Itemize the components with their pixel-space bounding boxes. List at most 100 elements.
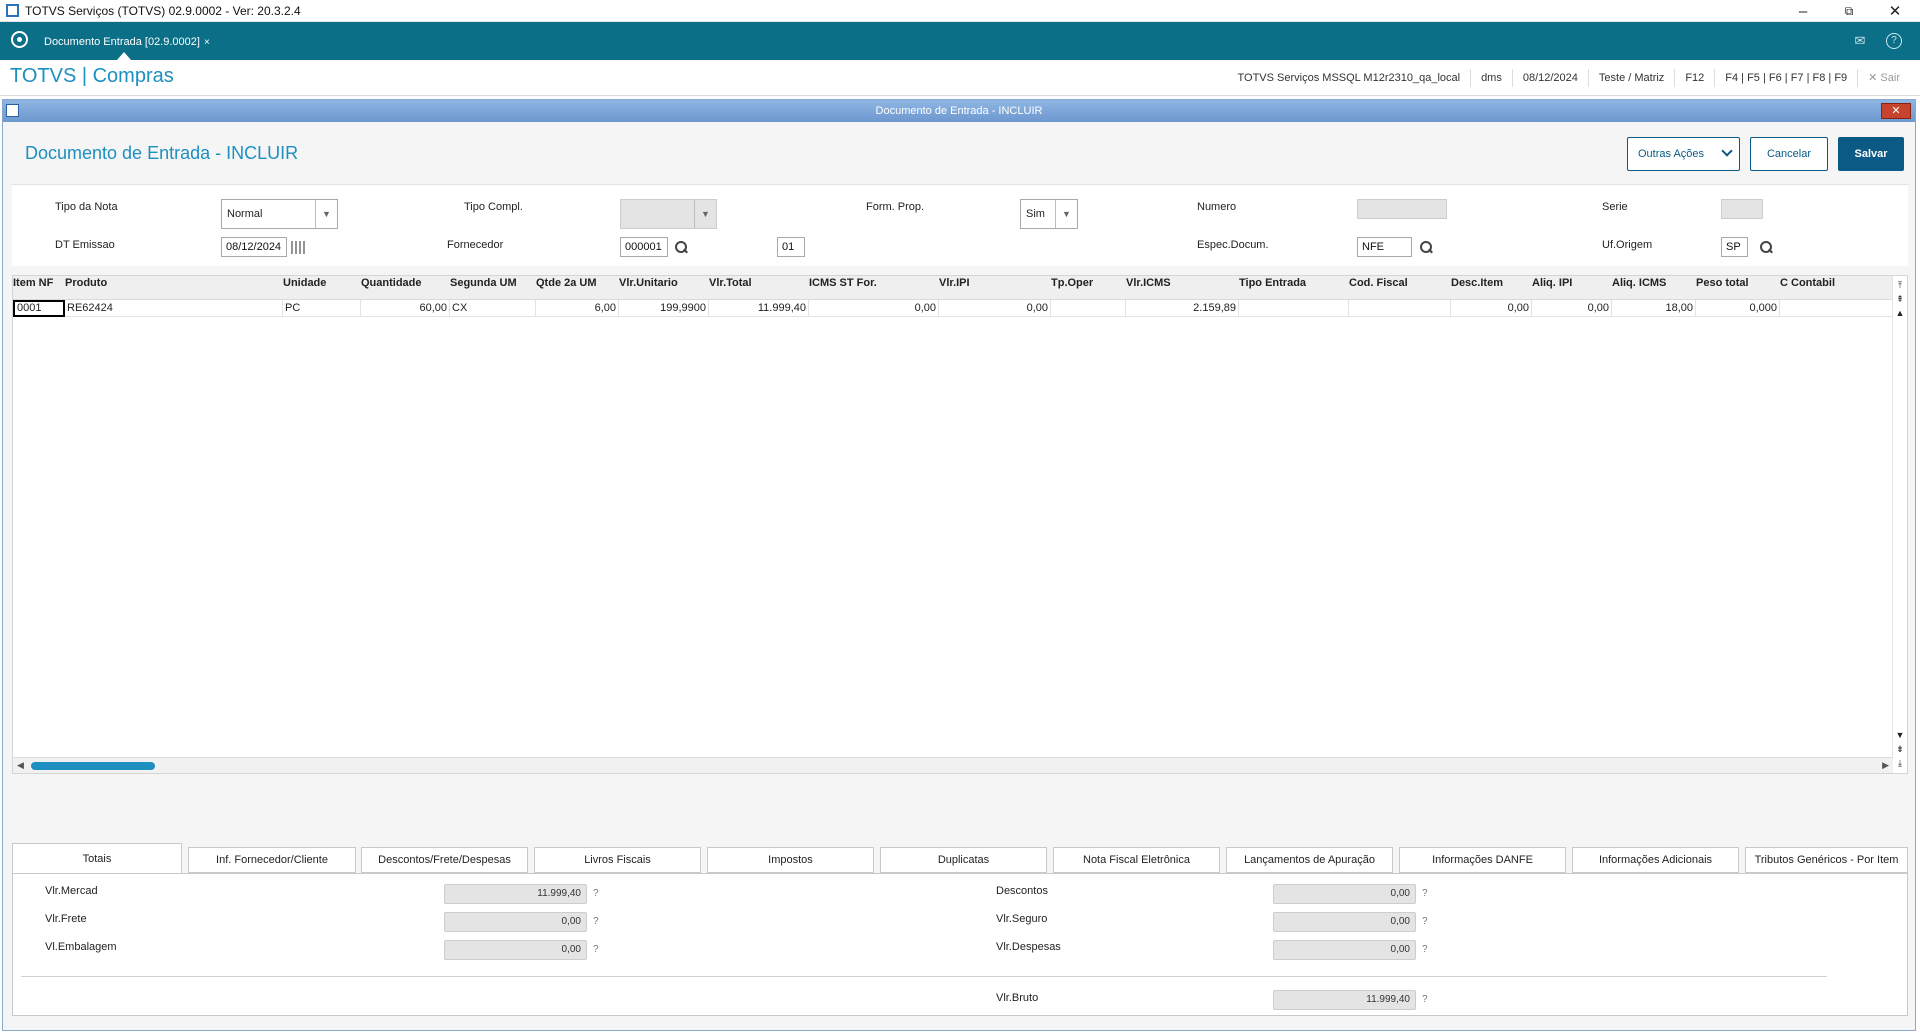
col-header[interactable]: Vlr.IPI [939, 276, 970, 300]
col-header[interactable]: Quantidade [361, 276, 422, 300]
scroll-down-icon[interactable]: ▼ [1895, 728, 1905, 742]
cell-aliq-icms[interactable]: 18,00 [1612, 300, 1696, 317]
col-header[interactable]: Aliq. IPI [1532, 276, 1572, 300]
tipo-nota-select[interactable]: Normal ▼ [221, 199, 338, 229]
loja-field[interactable]: 01 [777, 237, 805, 257]
cell-quantidade[interactable]: 60,00 [361, 300, 450, 317]
scroll-bottom-icon[interactable]: ⤓ [1895, 756, 1905, 770]
serie-field[interactable] [1721, 199, 1763, 219]
cell-tipo-entrada[interactable] [1239, 300, 1349, 317]
cell-c-contabil[interactable] [1780, 300, 1893, 317]
col-header[interactable]: Qtde 2a UM [536, 276, 597, 300]
cell-vlr-unitario[interactable]: 199,9900 [619, 300, 709, 317]
tab-informacoes-adicionais[interactable]: Informações Adicionais [1572, 847, 1739, 873]
scroll-left-icon[interactable]: ◀ [17, 760, 24, 771]
cell-peso-total[interactable]: 0,000 [1696, 300, 1780, 317]
numero-field[interactable] [1357, 199, 1447, 219]
tab-impostos[interactable]: Impostos [707, 847, 874, 873]
cell-cod-fiscal[interactable] [1349, 300, 1451, 317]
col-header[interactable]: Unidade [283, 276, 326, 300]
uf-origem-label: Uf.Origem [1602, 239, 1653, 251]
tab-nota-fiscal-eletronica[interactable]: Nota Fiscal Eletrônica [1053, 847, 1220, 873]
tab-totais[interactable]: Totais [12, 843, 182, 873]
mail-icon[interactable]: ✉ [1852, 33, 1868, 49]
form-prop-select[interactable]: Sim ▼ [1020, 199, 1078, 229]
cell-produto[interactable]: RE62424 [65, 300, 283, 317]
fornecedor-field[interactable]: 000001 [620, 237, 668, 257]
table-row[interactable]: 0001 RE62424 PC 60,00 CX 6,00 199,9900 1… [13, 300, 1893, 317]
help-icon[interactable]: ? [1886, 33, 1902, 49]
tab-informacoes-danfe[interactable]: Informações DANFE [1399, 847, 1566, 873]
cell-unidade[interactable]: PC [283, 300, 361, 317]
help-icon[interactable]: ? [1422, 916, 1428, 927]
descontos-field: 0,00 [1273, 884, 1416, 904]
tab-label: Documento Entrada [02.9.0002] [44, 36, 200, 48]
window-close-button[interactable]: ✕ [1872, 0, 1918, 22]
tab-lancamentos-apuracao[interactable]: Lançamentos de Apuração [1226, 847, 1393, 873]
totvs-logo-icon[interactable] [11, 31, 28, 48]
espec-docum-field[interactable]: NFE [1357, 237, 1412, 257]
cell-qtde-2a-um[interactable]: 6,00 [536, 300, 619, 317]
dialog-close-button[interactable]: ✕ [1881, 103, 1911, 119]
vertical-scrollbar[interactable]: ⤒ ⇞ ▲ ▼ ⇟ ⤓ [1892, 276, 1907, 773]
help-icon[interactable]: ? [1422, 944, 1428, 955]
col-header[interactable]: Tp.Oper [1051, 276, 1093, 300]
cancel-button[interactable]: Cancelar [1750, 137, 1828, 171]
col-header[interactable]: C Contabil [1780, 276, 1835, 300]
tab-duplicatas[interactable]: Duplicatas [880, 847, 1047, 873]
cell-vlr-ipi[interactable]: 0,00 [939, 300, 1051, 317]
cell-aliq-ipi[interactable]: 0,00 [1532, 300, 1612, 317]
col-header[interactable]: Vlr.Total [709, 276, 752, 300]
col-header[interactable]: Desc.Item [1451, 276, 1503, 300]
exit-button[interactable]: ✕ Sair [1857, 69, 1910, 87]
help-icon[interactable]: ? [593, 916, 599, 927]
scroll-up-icon[interactable]: ▲ [1895, 306, 1905, 320]
col-header[interactable]: Peso total [1696, 276, 1749, 300]
other-actions-button[interactable]: Outras Ações [1627, 137, 1740, 171]
help-icon[interactable]: ? [1422, 888, 1428, 899]
col-header[interactable]: Aliq. ICMS [1612, 276, 1666, 300]
help-icon[interactable]: ? [593, 888, 599, 899]
f12-shortcut[interactable]: F12 [1674, 69, 1714, 87]
scroll-page-up-icon[interactable]: ⇞ [1895, 292, 1905, 306]
tipo-compl-select[interactable]: ▼ [620, 199, 717, 229]
col-header[interactable]: Vlr.Unitario [619, 276, 678, 300]
cell-tp-oper[interactable] [1051, 300, 1126, 317]
col-header[interactable]: Item NF [13, 276, 53, 300]
minimize-button[interactable]: – [1780, 0, 1826, 22]
horizontal-scroll-thumb[interactable] [31, 762, 155, 770]
search-icon[interactable] [1419, 240, 1433, 254]
tab-inf-fornecedor[interactable]: Inf. Fornecedor/Cliente [188, 847, 356, 873]
search-icon[interactable] [1759, 240, 1773, 254]
scroll-right-icon[interactable]: ▶ [1882, 760, 1889, 771]
col-header[interactable]: Segunda UM [450, 276, 517, 300]
tab-close-icon[interactable]: × [204, 37, 210, 48]
function-keys: F4 | F5 | F6 | F7 | F8 | F9 [1714, 69, 1857, 87]
cell-vlr-icms[interactable]: 2.159,89 [1126, 300, 1239, 317]
uf-origem-field[interactable]: SP [1721, 237, 1748, 257]
cell-desc-item[interactable]: 0,00 [1451, 300, 1532, 317]
col-header[interactable]: ICMS ST For. [809, 276, 877, 300]
horizontal-scrollbar[interactable]: ◀ ▶ [13, 757, 1893, 773]
save-button[interactable]: Salvar [1838, 137, 1904, 171]
col-header[interactable]: Cod. Fiscal [1349, 276, 1408, 300]
tab-livros-fiscais[interactable]: Livros Fiscais [534, 847, 701, 873]
col-header[interactable]: Produto [65, 276, 107, 300]
cell-vlr-total[interactable]: 11.999,40 [709, 300, 809, 317]
tab-tributos-genericos[interactable]: Tributos Genéricos - Por Item [1745, 847, 1908, 873]
scroll-top-icon[interactable]: ⤒ [1895, 278, 1905, 292]
tab-descontos[interactable]: Descontos/Frete/Despesas [361, 847, 528, 873]
col-header[interactable]: Vlr.ICMS [1126, 276, 1171, 300]
col-header[interactable]: Tipo Entrada [1239, 276, 1306, 300]
help-icon[interactable]: ? [1422, 994, 1428, 1005]
dt-emissao-field[interactable]: 08/12/2024 [221, 237, 287, 257]
search-icon[interactable] [674, 240, 688, 254]
branch-label[interactable]: Teste / Matriz [1587, 69, 1674, 87]
cell-item-nf[interactable]: 0001 [13, 300, 65, 317]
cell-segunda-um[interactable]: CX [450, 300, 536, 317]
maximize-button[interactable]: ⧉ [1826, 0, 1872, 22]
calendar-icon[interactable] [291, 241, 306, 254]
help-icon[interactable]: ? [593, 944, 599, 955]
scroll-page-down-icon[interactable]: ⇟ [1895, 742, 1905, 756]
cell-icms-st-for[interactable]: 0,00 [809, 300, 939, 317]
